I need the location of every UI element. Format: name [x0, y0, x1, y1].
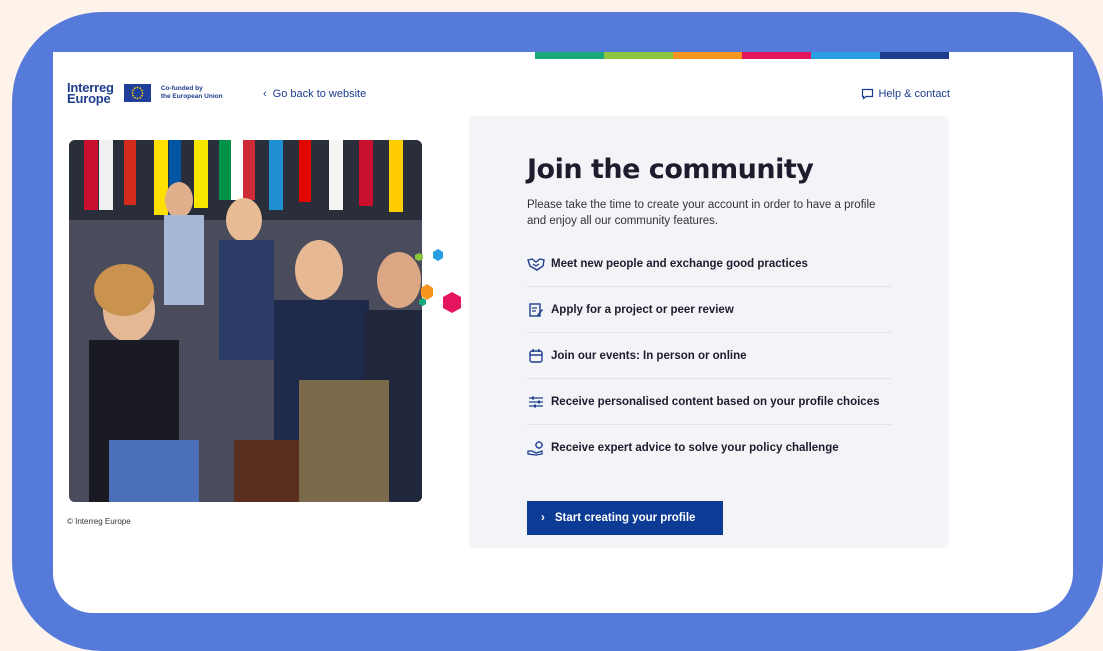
chevron-left-icon: ‹ [263, 88, 267, 100]
sliders-icon [527, 393, 545, 411]
feature-label: Meet new people and exchange good practi… [551, 257, 808, 270]
feature-expert-advice: Receive expert advice to solve your poli… [527, 425, 891, 471]
cta-label: Start creating your profile [554, 512, 696, 524]
eu-flag-icon [123, 84, 151, 102]
logo-line-2: Europe [67, 91, 111, 106]
cofund-line-1: Co-funded by [160, 85, 203, 92]
join-community-card: Join the community Please take the time … [469, 116, 949, 548]
feature-label: Apply for a project or peer review [551, 303, 734, 316]
logo-wordmark: Interreg Europe [67, 81, 114, 106]
feature-join-events: Join our events: In person or online [527, 333, 891, 379]
cofunded-label: Co-funded by the European Union [161, 85, 223, 101]
card-description: Please take the time to create your acco… [527, 199, 876, 227]
calendar-icon [527, 347, 545, 365]
help-contact-label: Help & contact [878, 88, 950, 100]
go-back-label: Go back to website [272, 88, 367, 100]
page-title: Join the community [527, 154, 814, 185]
cofund-line-2: the European Union [160, 93, 223, 100]
chat-bubble-icon [862, 88, 874, 100]
community-photo [69, 140, 422, 502]
document-edit-icon [527, 301, 545, 319]
feature-label: Receive personalised content based on yo… [551, 395, 880, 408]
page-screen: Interreg Europe Co-funded by the Europea… [53, 52, 1073, 613]
expert-advice-icon [527, 439, 545, 457]
feature-label: Join our events: In person or online [551, 349, 747, 362]
brand-color-bar [535, 52, 949, 59]
interreg-logo[interactable]: Interreg Europe Co-funded by the Europea… [67, 81, 223, 106]
chevron-right-icon: › [541, 512, 545, 524]
start-creating-profile-button[interactable]: › Start creating your profile [527, 501, 723, 535]
feature-label: Receive expert advice to solve your poli… [551, 442, 839, 454]
handshake-icon [527, 255, 545, 273]
feature-apply-project: Apply for a project or peer review [527, 287, 891, 333]
feature-personalised-content: Receive personalised content based on yo… [527, 379, 891, 425]
go-back-link[interactable]: ‹ Go back to website [263, 88, 366, 100]
photo-credit: © Interreg Europe [67, 517, 131, 526]
help-contact-link[interactable]: Help & contact [861, 88, 950, 100]
feature-meet-people: Meet new people and exchange good practi… [527, 241, 891, 287]
